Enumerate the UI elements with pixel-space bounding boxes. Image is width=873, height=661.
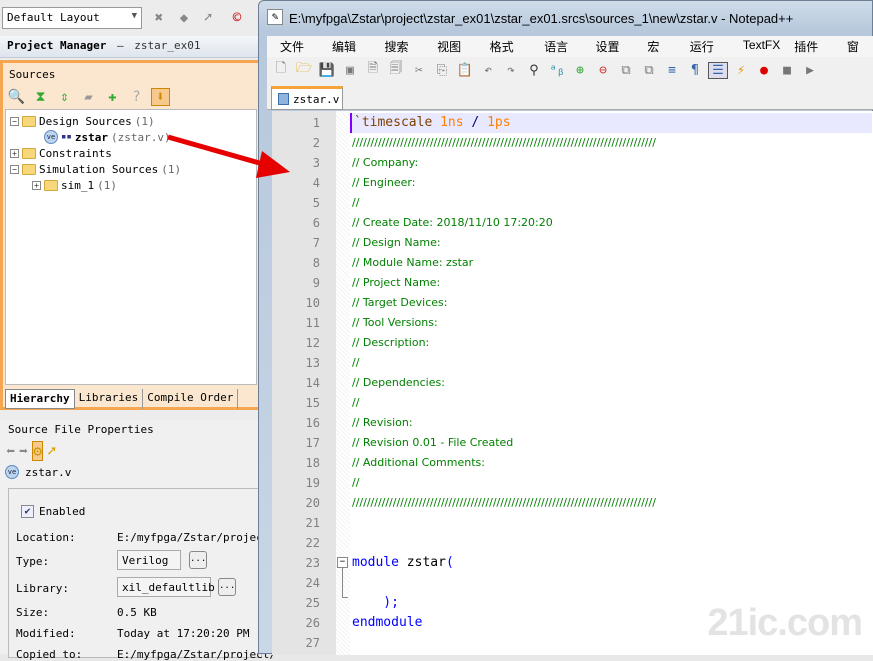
arrow-shaft	[167, 134, 271, 169]
arrow-head-icon	[256, 151, 290, 178]
red-arrow	[167, 134, 290, 178]
